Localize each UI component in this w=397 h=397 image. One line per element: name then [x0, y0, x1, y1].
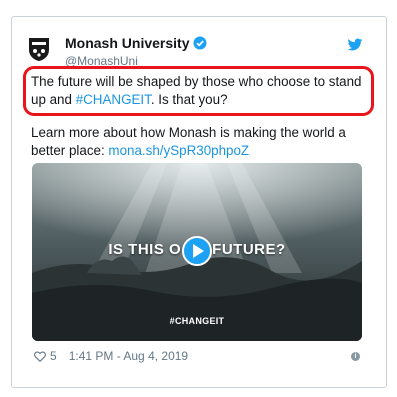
twitter-bird-icon[interactable]	[347, 38, 363, 52]
play-button[interactable]	[182, 236, 212, 266]
tweet-footer: 5 1:41 PM - Aug 4, 2019	[34, 349, 188, 363]
play-icon	[193, 244, 204, 258]
like-count[interactable]: 5	[50, 349, 57, 363]
tweet-text-secondary: Learn more about how Monash is making th…	[31, 124, 367, 160]
monash-crest-icon[interactable]	[26, 36, 52, 62]
tweet-timestamp[interactable]: 1:41 PM - Aug 4, 2019	[69, 349, 188, 363]
heart-icon[interactable]	[34, 350, 46, 362]
short-url-link[interactable]: mona.sh/ySpR30phpoZ	[108, 143, 249, 158]
info-icon[interactable]: i	[351, 352, 360, 361]
tweet-text: The future will be shaped by those who c…	[31, 73, 367, 109]
video-title-left: IS THIS O	[108, 241, 182, 258]
author-name[interactable]: Monash University	[65, 35, 207, 51]
author-name-text[interactable]: Monash University	[65, 35, 189, 51]
verified-badge-icon	[193, 36, 207, 50]
video-title-right: FUTURE?	[212, 241, 286, 258]
video-thumbnail[interactable]: IS THIS O FUTURE? #CHANGEIT	[32, 163, 362, 341]
hashtag-link[interactable]: #CHANGEIT	[76, 92, 151, 107]
video-hashtag: #CHANGEIT	[169, 316, 225, 326]
author-handle[interactable]: @MonashUni	[65, 54, 138, 68]
tweet-text-after: . Is that you?	[150, 92, 228, 107]
